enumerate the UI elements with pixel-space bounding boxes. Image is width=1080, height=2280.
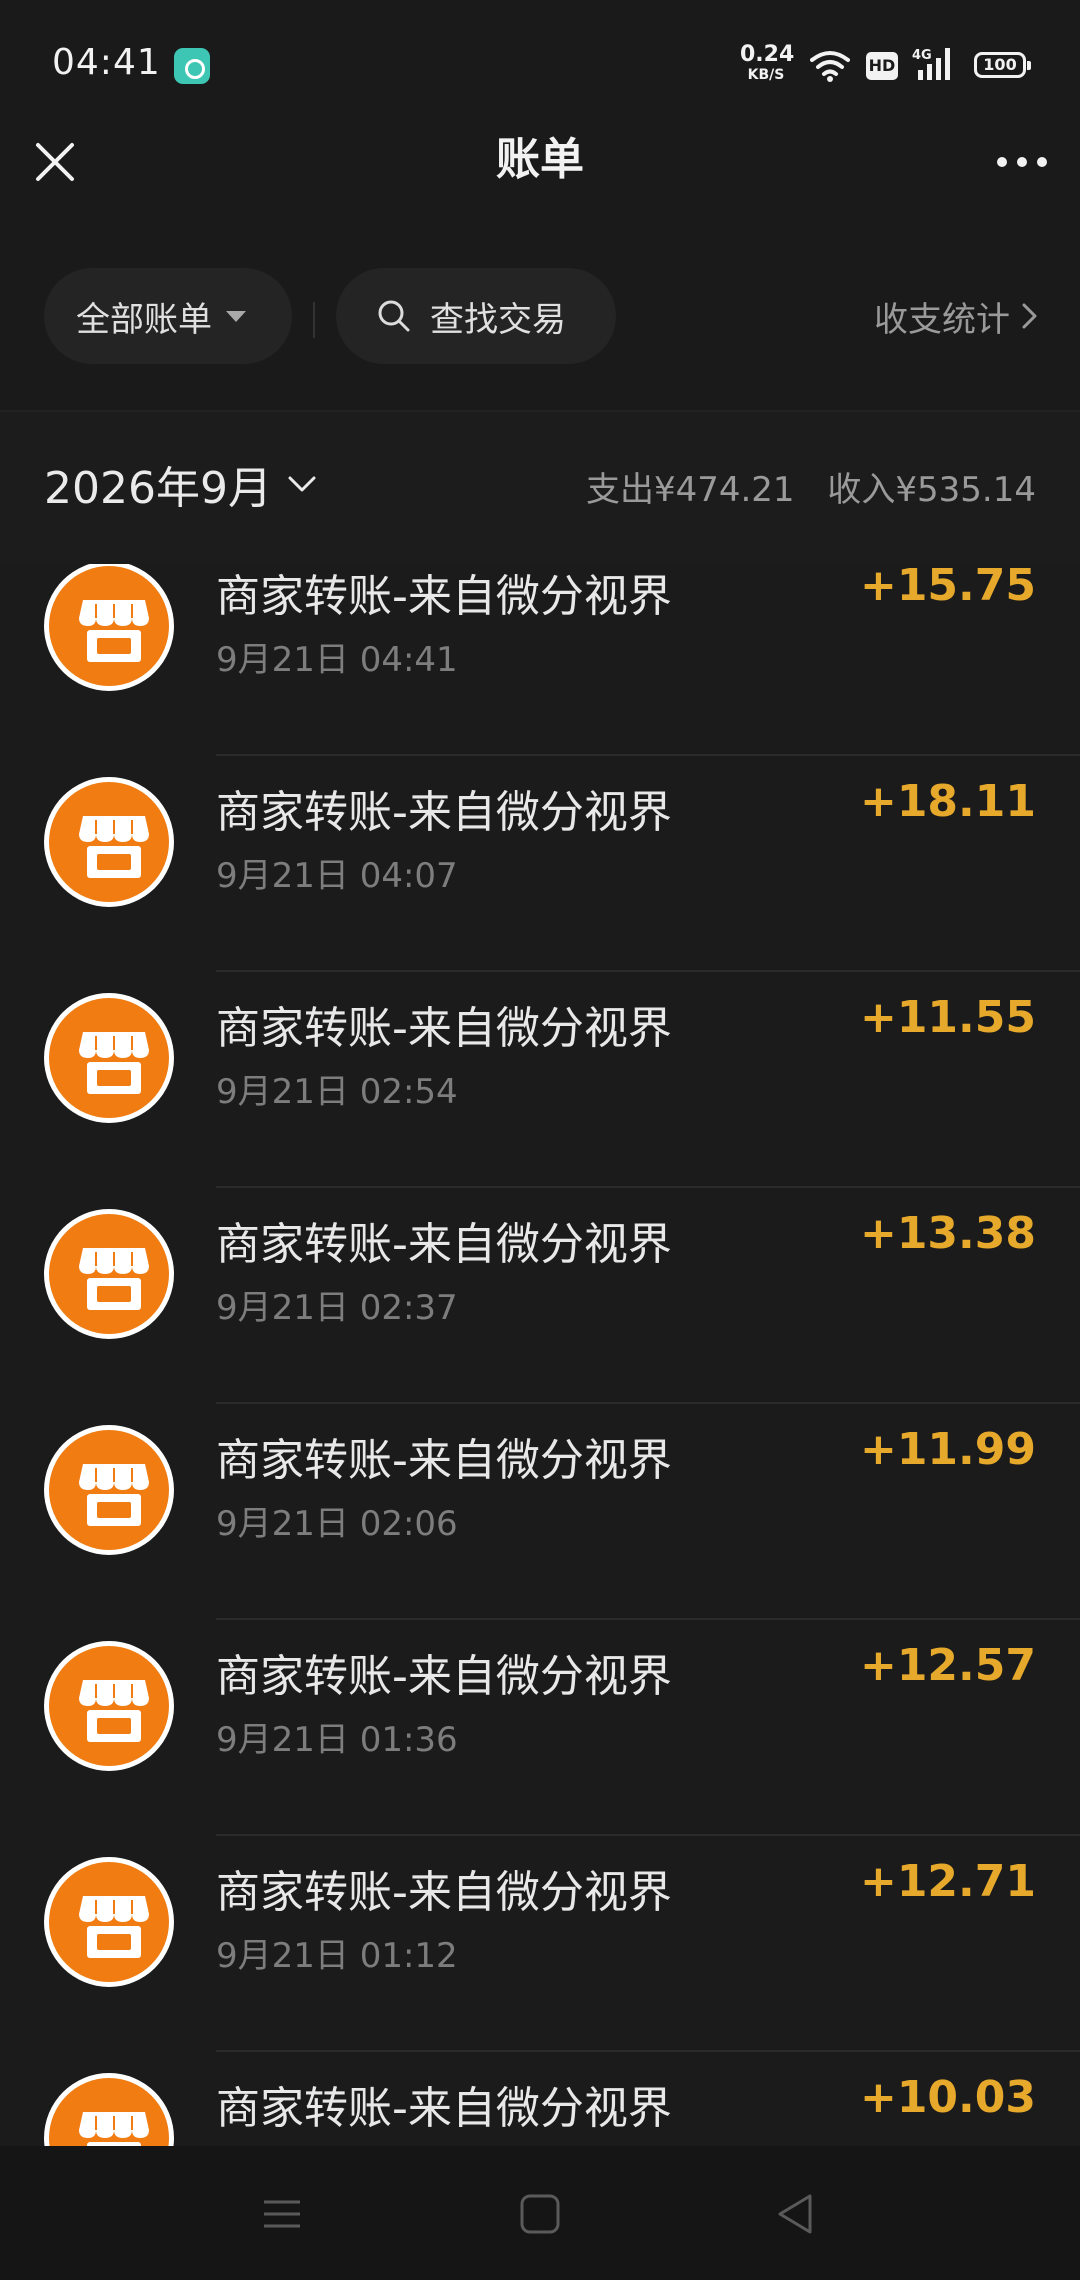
transaction-time: 9月21日 04:07 (216, 856, 458, 896)
merchant-store-icon (44, 2073, 174, 2146)
transaction-title: 商家转账-来自微分视界 (216, 1219, 672, 1270)
net-speed: 0.24 KB/S (740, 42, 795, 83)
transaction-time: 9月21日 04:41 (216, 640, 458, 680)
transaction-row[interactable]: 商家转账-来自微分视界 9月21日 02:06 +11.99 (0, 1404, 1080, 1620)
filter-divider (313, 302, 315, 338)
transaction-amount: +12.57 (859, 1640, 1036, 1691)
transaction-row[interactable]: 商家转账-来自微分视界 9月21日 02:37 +13.38 (0, 1188, 1080, 1404)
menu-icon[interactable] (254, 2186, 310, 2242)
transaction-row[interactable]: 商家转账-来自微分视界 9月21日 04:07 +18.11 (0, 756, 1080, 972)
search-label: 查找交易 (430, 299, 566, 340)
transaction-row[interactable]: 商家转账-来自微分视界 9月21日 04:41 +15.75 (0, 564, 1080, 756)
home-icon[interactable] (512, 2186, 568, 2242)
merchant-store-icon (44, 777, 174, 907)
transaction-time: 9月21日 01:12 (216, 1936, 458, 1976)
all-bills-filter[interactable]: 全部账单 (44, 268, 292, 364)
merchant-store-icon (44, 1425, 174, 1555)
transaction-title: 商家转账-来自微分视界 (216, 1867, 672, 1918)
merchant-store-icon (44, 564, 174, 691)
chevron-down-icon (288, 476, 316, 492)
page-title: 账单 (496, 134, 584, 185)
cell-signal-icon: 4G (912, 48, 950, 80)
month-selector[interactable]: 2026年9月 (44, 452, 318, 516)
transaction-time: 9月21日 02:37 (216, 1288, 458, 1328)
transaction-amount: +11.99 (859, 1424, 1036, 1475)
transaction-list-content: 商家转账-来自微分视界 9月21日 04:41 +15.75 商家转账-来自微分视界 9… (0, 564, 1080, 2146)
month-income: 收入¥535.14 (827, 470, 1036, 510)
merchant-store-icon (44, 1641, 174, 1771)
merchant-store-icon (44, 1209, 174, 1339)
transaction-time: 9月21日 01:36 (216, 1720, 458, 1760)
status-time: 04:41 (52, 42, 161, 83)
bill-screen: 04:41 0.24 KB/S HD 4G 100 账单 全部账单 查找交易 收… (0, 0, 1080, 2280)
back-icon[interactable] (768, 2186, 824, 2242)
app-notification-icon (174, 48, 210, 84)
search-transactions-button[interactable]: 查找交易 (336, 268, 616, 364)
transaction-title: 商家转账-来自微分视界 (216, 787, 672, 838)
chevron-right-icon (1022, 303, 1037, 329)
transaction-list[interactable]: 商家转账-来自微分视界 9月21日 04:41 +15.75 商家转账-来自微分视界 9… (0, 564, 1080, 2146)
transaction-amount: +15.75 (859, 564, 1036, 611)
network-type-label: 4G (912, 48, 932, 63)
transaction-row[interactable]: 商家转账-来自微分视界 9月21日 01:12 +12.71 (0, 1836, 1080, 2052)
transaction-amount: +11.55 (859, 992, 1036, 1043)
transaction-row[interactable]: 商家转账-来自微分视界 9月21日 02:54 +11.55 (0, 972, 1080, 1188)
more-icon[interactable] (992, 130, 1052, 190)
transaction-title: 商家转账-来自微分视界 (216, 1435, 672, 1486)
stats-label: 收支统计 (874, 299, 1010, 340)
all-bills-label: 全部账单 (76, 299, 212, 340)
system-nav-bar (0, 2146, 1080, 2280)
caret-down-icon (226, 310, 246, 322)
transaction-title: 商家转账-来自微分视界 (216, 571, 672, 622)
transaction-row[interactable]: 商家转账-来自微分视界 +10.03 (0, 2052, 1080, 2146)
transaction-time: 9月21日 02:54 (216, 1072, 458, 1112)
month-label: 2026年9月 (44, 463, 272, 514)
month-summary: 支出¥474.21 收入¥535.14 (586, 462, 1036, 511)
status-bar: 04:41 0.24 KB/S HD 4G 100 (0, 0, 1080, 130)
transaction-row[interactable]: 商家转账-来自微分视界 9月21日 01:36 +12.57 (0, 1620, 1080, 1836)
transaction-amount: +10.03 (859, 2072, 1036, 2123)
month-expense: 支出¥474.21 (585, 470, 795, 510)
income-expense-stats-link[interactable]: 收支统计 (874, 290, 1040, 342)
net-speed-unit: KB/S (747, 67, 785, 83)
transaction-amount: +12.71 (859, 1856, 1036, 1907)
transaction-title: 商家转账-来自微分视界 (216, 1651, 672, 1702)
wifi-icon (810, 51, 850, 82)
transaction-title: 商家转账-来自微分视界 (216, 2083, 672, 2134)
merchant-store-icon (44, 993, 174, 1123)
month-header: 2026年9月 支出¥474.21 收入¥535.14 (0, 412, 1080, 564)
transaction-time: 9月21日 02:06 (216, 1504, 458, 1544)
transaction-title: 商家转账-来自微分视界 (216, 1003, 672, 1054)
hd-badge: HD (866, 52, 898, 80)
merchant-store-icon (44, 1857, 174, 1987)
transaction-amount: +18.11 (859, 776, 1036, 827)
battery-icon: 100 (974, 52, 1031, 78)
search-icon (378, 300, 410, 332)
transaction-amount: +13.38 (859, 1208, 1036, 1259)
net-speed-value: 0.24 (740, 42, 795, 67)
